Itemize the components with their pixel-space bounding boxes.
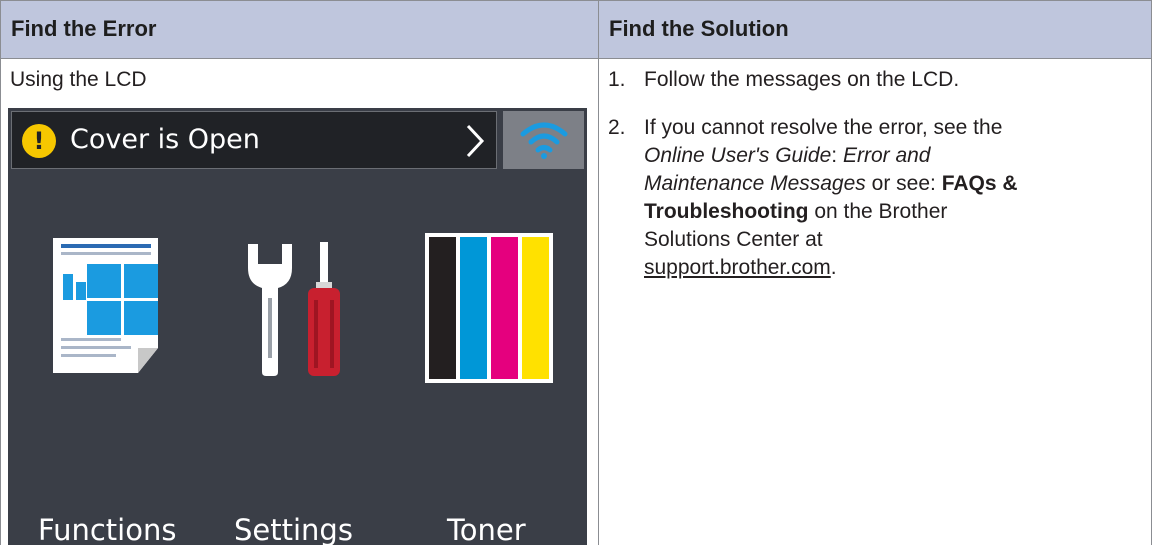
step-2-faq-b: Troubleshooting xyxy=(644,200,809,223)
support-link[interactable]: support.brother.com xyxy=(644,256,831,279)
header-find-the-solution: Find the Solution xyxy=(598,0,1152,59)
status-message: Cover is Open xyxy=(70,124,260,155)
step-2-solutions-center: Solutions Center at xyxy=(644,228,823,251)
toner-button[interactable]: Toner xyxy=(413,228,583,547)
settings-label: Settings xyxy=(234,513,353,547)
step-2-number: 2. xyxy=(608,116,626,139)
step-2-intro: If you cannot resolve the error, see the xyxy=(644,116,1003,139)
functions-button[interactable]: Functions xyxy=(28,228,188,547)
error-solution-table: Find the Error Find the Solution Using t… xyxy=(0,0,1152,547)
step-2-guide-title: Online User's Guide xyxy=(644,144,832,167)
lcd-screen: ! Cover is Open Functions Settings Toner xyxy=(8,108,587,547)
step-2-colon: : xyxy=(831,144,838,167)
step-2-topic-a: Error and xyxy=(842,144,931,167)
using-lcd-caption: Using the LCD xyxy=(10,68,147,91)
table-border-left xyxy=(0,59,1,545)
functions-label: Functions xyxy=(38,513,177,547)
table-border-middle xyxy=(598,59,599,545)
toner-icon xyxy=(425,233,553,383)
settings-button[interactable]: Settings xyxy=(218,228,378,547)
step-2-faq-a: FAQs & xyxy=(941,172,1018,195)
step-2-on-brother: on the Brother xyxy=(814,200,948,223)
step-2-or: or see: xyxy=(871,172,936,195)
chevron-right-icon xyxy=(466,124,485,158)
header-find-the-error: Find the Error xyxy=(0,0,598,59)
toner-label: Toner xyxy=(447,513,526,547)
settings-icon xyxy=(248,242,340,376)
step-2-end: . xyxy=(830,256,837,279)
header-right-label: Find the Solution xyxy=(609,16,789,41)
step-2-topic-b: Maintenance Messages xyxy=(644,172,866,195)
functions-icon xyxy=(53,238,158,373)
status-bar[interactable]: ! Cover is Open xyxy=(11,111,497,169)
wifi-icon xyxy=(520,122,568,159)
header-left-label: Find the Error xyxy=(11,16,157,41)
step-1-number: 1. xyxy=(608,68,626,91)
warning-icon: ! xyxy=(22,124,56,158)
step-2-text: If you cannot resolve the error, see the… xyxy=(644,114,1144,282)
wifi-button[interactable] xyxy=(503,111,584,169)
step-1-text: Follow the messages on the LCD. xyxy=(644,68,960,91)
